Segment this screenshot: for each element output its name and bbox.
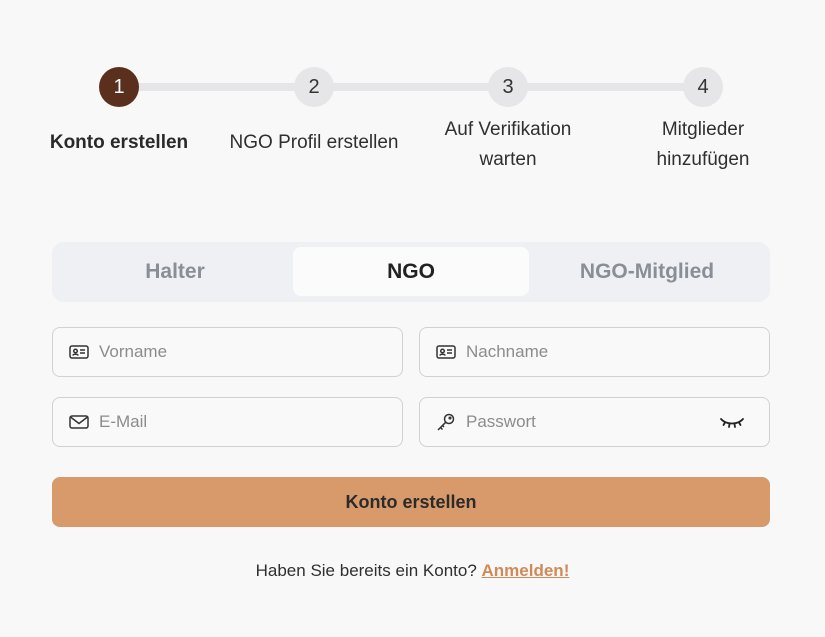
email-input[interactable]	[99, 412, 359, 432]
tab-ngo[interactable]: NGO	[293, 247, 529, 296]
id-card-icon	[69, 342, 89, 362]
nachname-field	[419, 327, 770, 377]
key-icon	[436, 412, 456, 432]
step-3-label: Auf Verifikation warten	[418, 115, 598, 175]
step-2-label: NGO Profil erstellen	[229, 132, 399, 153]
step-connector	[508, 83, 702, 91]
konto-erstellen-button[interactable]: Konto erstellen	[52, 477, 770, 527]
step-3-label-line2: warten	[479, 149, 537, 170]
step-3-indicator: 3	[488, 67, 528, 107]
eye-closed-icon[interactable]	[719, 412, 745, 432]
step-2-indicator: 2	[294, 67, 334, 107]
nachname-input[interactable]	[466, 342, 726, 362]
vorname-input[interactable]	[99, 342, 359, 362]
progress-stepper: 1 2 3 4 Konto erstellen NGO Profil erste…	[0, 0, 825, 200]
step-connector	[119, 83, 313, 91]
step-1-label: Konto erstellen	[49, 132, 189, 153]
tab-ngo-mitglied[interactable]: NGO-Mitglied	[529, 247, 765, 296]
step-4-label-line2: hinzufügen	[656, 149, 750, 170]
mail-icon	[69, 412, 89, 432]
vorname-field	[52, 327, 403, 377]
login-prompt-text: Haben Sie bereits ein Konto?	[255, 561, 477, 580]
email-field	[52, 397, 403, 447]
login-prompt: Haben Sie bereits ein Konto? Anmelden!	[0, 561, 825, 581]
passwort-input[interactable]	[466, 412, 726, 432]
step-connector	[314, 83, 508, 91]
step-4-indicator: 4	[683, 67, 723, 107]
tab-halter[interactable]: Halter	[57, 247, 293, 296]
step-4-label: Mitglieder hinzufügen	[613, 115, 793, 175]
step-1-indicator: 1	[99, 67, 139, 107]
step-4-label-line1: Mitglieder	[661, 119, 745, 140]
id-card-icon	[436, 342, 456, 362]
account-type-tabs: Halter NGO NGO-Mitglied	[52, 242, 770, 302]
step-3-label-line1: Auf Verifikation	[444, 119, 572, 140]
anmelden-link[interactable]: Anmelden!	[482, 561, 570, 580]
passwort-field	[419, 397, 770, 447]
